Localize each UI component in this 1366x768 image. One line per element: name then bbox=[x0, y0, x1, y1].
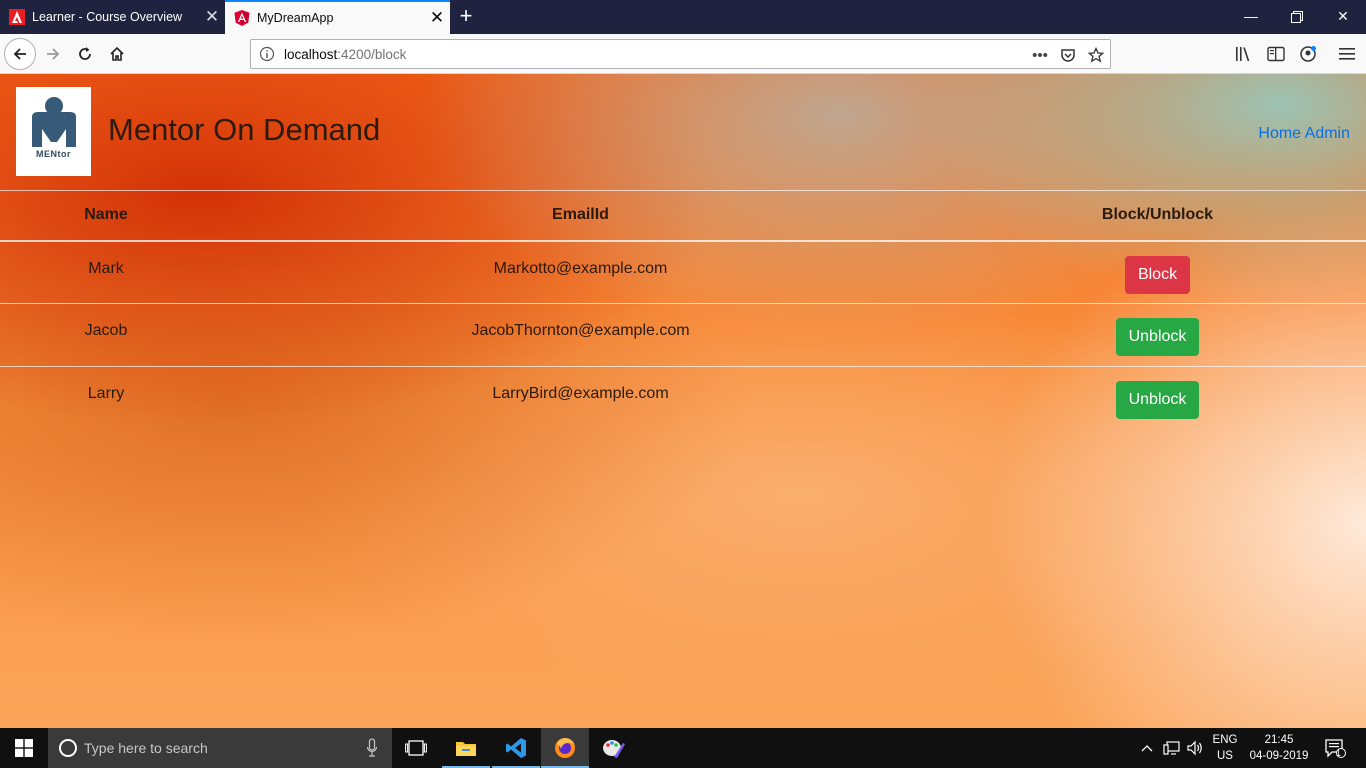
language-line1: ENG bbox=[1212, 734, 1238, 746]
unblock-button[interactable]: Unblock bbox=[1115, 318, 1200, 356]
tab-mydreamapp[interactable]: MyDreamApp ✕ bbox=[225, 0, 450, 34]
account-icon[interactable] bbox=[1298, 44, 1318, 64]
unblock-button[interactable]: Unblock bbox=[1115, 381, 1200, 419]
windows-start-icon[interactable] bbox=[0, 728, 48, 768]
restore-icon[interactable] bbox=[1274, 0, 1320, 34]
nav-link-home[interactable]: Home bbox=[1258, 125, 1301, 142]
notification-count: 1 bbox=[1336, 748, 1342, 758]
page-content: MENtor Mentor On Demand Home Admin Name … bbox=[0, 74, 1366, 728]
file-explorer-icon[interactable] bbox=[442, 728, 490, 768]
table-row: Mark Markotto@example.com Block bbox=[0, 241, 1366, 304]
vscode-icon[interactable] bbox=[492, 728, 540, 768]
hamburger-menu-icon[interactable] bbox=[1337, 44, 1357, 64]
top-nav: Home Admin bbox=[1258, 125, 1350, 143]
language-indicator[interactable]: ENG US bbox=[1208, 728, 1242, 768]
forward-arrow-icon[interactable] bbox=[37, 38, 69, 70]
cell-email: JacobThornton@example.com bbox=[212, 303, 949, 367]
language-line2: US bbox=[1217, 750, 1233, 762]
users-table: Name EmailId Block/Unblock Mark Markotto… bbox=[0, 190, 1366, 430]
table-header-row: Name EmailId Block/Unblock bbox=[0, 190, 1366, 242]
back-arrow-icon[interactable] bbox=[4, 38, 36, 70]
clock[interactable]: 21:45 04-09-2019 bbox=[1244, 728, 1314, 768]
column-header-block-unblock: Block/Unblock bbox=[949, 190, 1366, 242]
task-view-icon[interactable] bbox=[392, 728, 440, 768]
logo[interactable]: MENtor bbox=[16, 87, 91, 176]
sidebar-icon[interactable] bbox=[1266, 44, 1286, 64]
close-icon[interactable]: ✕ bbox=[199, 0, 225, 34]
library-icon[interactable] bbox=[1234, 44, 1254, 64]
cell-email: Markotto@example.com bbox=[493, 259, 668, 277]
column-header-email: EmailId bbox=[212, 190, 949, 242]
table-row: Larry LarryBird@example.com Unblock bbox=[0, 366, 1366, 430]
reload-icon[interactable] bbox=[69, 38, 101, 70]
cell-name: Jacob bbox=[0, 303, 212, 367]
url-bar[interactable]: localhost:4200/block ••• bbox=[250, 39, 1111, 69]
network-icon[interactable] bbox=[1160, 728, 1184, 768]
tab-label: MyDreamApp bbox=[257, 11, 334, 25]
cell-action: Unblock bbox=[949, 366, 1366, 430]
cell-name: Larry bbox=[0, 366, 212, 430]
url-text: localhost:4200/block bbox=[284, 47, 407, 62]
show-hidden-icons-chevron-icon[interactable] bbox=[1138, 728, 1156, 768]
table-row: Jacob JacobThornton@example.com Unblock bbox=[0, 303, 1366, 367]
clock-time: 21:45 bbox=[1264, 734, 1294, 746]
mentor-logo-icon bbox=[32, 97, 76, 147]
column-header-name: Name bbox=[0, 190, 212, 242]
home-icon[interactable] bbox=[101, 38, 133, 70]
paint-app-icon[interactable] bbox=[590, 728, 638, 768]
browser-tab-strip: Learner - Course Overview ✕ MyDreamApp ✕… bbox=[0, 0, 1366, 34]
tab-learner-course-overview[interactable]: Learner - Course Overview ✕ bbox=[0, 0, 225, 34]
cell-action: Block bbox=[949, 241, 1366, 304]
close-icon[interactable]: ✕ bbox=[424, 1, 450, 35]
tab-label: Learner - Course Overview bbox=[32, 10, 183, 24]
cell-email: LarryBird@example.com bbox=[212, 366, 949, 430]
info-icon[interactable] bbox=[259, 46, 275, 62]
browser-nav-bar: localhost:4200/block ••• bbox=[0, 34, 1366, 74]
angular-icon bbox=[234, 10, 250, 26]
windows-taskbar: Type here to search ENG US 21:45 04-09-2… bbox=[0, 728, 1366, 768]
block-button[interactable]: Block bbox=[1124, 255, 1191, 294]
nav-link-admin[interactable]: Admin bbox=[1305, 125, 1350, 142]
action-center-icon[interactable]: 1 bbox=[1318, 728, 1352, 768]
firefox-icon[interactable] bbox=[541, 728, 589, 768]
window-close-icon[interactable]: ✕ bbox=[1320, 0, 1366, 34]
minimize-icon[interactable]: — bbox=[1228, 0, 1274, 34]
page-actions-icon[interactable]: ••• bbox=[1030, 45, 1050, 65]
microphone-icon[interactable] bbox=[366, 738, 378, 758]
adobe-icon bbox=[9, 9, 25, 25]
cortana-icon bbox=[59, 739, 77, 757]
new-tab-icon[interactable]: + bbox=[452, 0, 480, 34]
bookmark-star-icon[interactable] bbox=[1086, 45, 1106, 65]
volume-icon[interactable] bbox=[1184, 728, 1206, 768]
users-table-container: Name EmailId Block/Unblock Mark Markotto… bbox=[0, 190, 1366, 430]
app-title: Mentor On Demand bbox=[108, 112, 381, 147]
cell-name: Mark bbox=[88, 259, 124, 277]
pocket-icon[interactable] bbox=[1058, 45, 1078, 65]
logo-text: MENtor bbox=[36, 149, 71, 159]
cell-action: Unblock bbox=[949, 303, 1366, 367]
clock-date: 04-09-2019 bbox=[1249, 750, 1309, 762]
taskbar-search-box[interactable]: Type here to search bbox=[48, 728, 392, 768]
search-placeholder: Type here to search bbox=[84, 740, 208, 756]
